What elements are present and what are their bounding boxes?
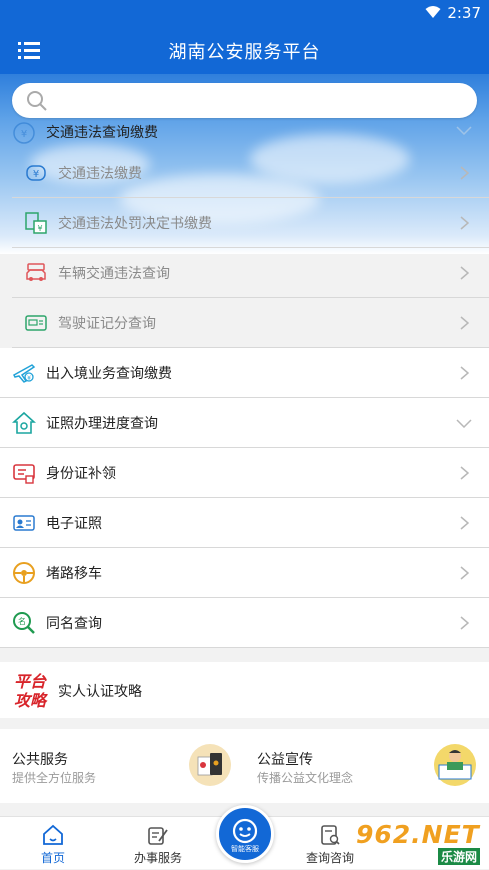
chevron-right-icon	[460, 316, 469, 330]
public-welfare-subtitle: 传播公益文化理念	[257, 771, 354, 785]
smart-assistant-button[interactable]: 智能客服	[216, 805, 274, 863]
query-document-icon	[321, 825, 340, 845]
chevron-right-icon	[460, 166, 469, 180]
svg-text:攻略: 攻略	[14, 691, 48, 710]
public-service-card[interactable]: 公共服务 提供全方位服务	[0, 729, 244, 803]
menu-item-penalty-decision-payment[interactable]: ¥ 交通违法处罚决定书缴费	[12, 198, 489, 248]
menu-item-label: 证照办理进度查询	[46, 416, 158, 432]
search-input[interactable]	[56, 89, 456, 111]
svg-text:¥: ¥	[27, 375, 31, 382]
public-welfare-icon	[434, 744, 476, 786]
svg-text:名: 名	[18, 616, 26, 626]
e-license-icon	[13, 515, 35, 531]
menu-item-label: 身份证补领	[46, 466, 116, 482]
public-service-title: 公共服务	[12, 752, 68, 768]
search-bar[interactable]	[12, 83, 477, 118]
tab-home[interactable]: 首页	[8, 817, 98, 870]
chevron-up-icon	[456, 126, 472, 135]
plane-icon: ¥	[13, 364, 36, 383]
menu-item-label: 交通违法处罚决定书缴费	[58, 216, 212, 232]
menu-item-progress-query[interactable]: 证照办理进度查询	[0, 398, 489, 448]
menu-item-move-car[interactable]: 堵路移车	[0, 548, 489, 598]
menu-item-label: 电子证照	[46, 516, 102, 532]
service-menu: ¥ 交通违法查询缴费 ¥ 交通违法缴费 ¥ 交通违法处罚决定书缴费 车辆交通违法…	[0, 118, 489, 648]
public-welfare-title: 公益宣传	[257, 752, 313, 768]
menu-item-e-license[interactable]: 电子证照	[0, 498, 489, 548]
app-bar: 湖南公安服务平台	[0, 26, 489, 74]
public-service-subtitle: 提供全方位服务	[12, 771, 97, 785]
menu-group-label: 交通违法查询缴费	[46, 125, 158, 141]
watermark: 962.NET 乐游网	[356, 820, 486, 865]
svg-text:¥: ¥	[21, 129, 27, 140]
home-icon	[43, 824, 63, 845]
menu-item-label: 交通违法缴费	[58, 166, 142, 182]
tab-label: 首页	[40, 851, 65, 865]
svg-text:¥: ¥	[37, 224, 42, 233]
tab-label: 办事服务	[133, 851, 182, 865]
watermark-sub: 乐游网	[437, 848, 480, 865]
status-bar: 2:37	[0, 0, 489, 26]
strategy-label: 实人认证攻略	[58, 684, 142, 700]
car-icon	[26, 263, 46, 281]
tab-services[interactable]: 办事服务	[113, 817, 203, 870]
menu-item-label: 驾驶证记分查询	[58, 316, 156, 332]
chevron-right-icon	[460, 516, 469, 530]
assistant-label: 智能客服	[231, 845, 259, 853]
chevron-right-icon	[460, 466, 469, 480]
license-icon	[25, 315, 47, 331]
chevron-right-icon	[460, 216, 469, 230]
wifi-icon	[425, 6, 441, 18]
strategy-logo: 平台 攻略	[14, 672, 48, 710]
menu-item-label: 堵路移车	[46, 566, 102, 582]
steering-wheel-icon	[13, 562, 35, 584]
status-time: 2:37	[447, 4, 481, 22]
menu-item-label: 出入境业务查询缴费	[46, 366, 172, 382]
document-payment-icon: ¥	[25, 212, 47, 234]
chevron-right-icon	[460, 566, 469, 580]
menu-item-label: 同名查询	[46, 616, 102, 632]
svg-text:¥: ¥	[33, 169, 39, 180]
strategy-banner[interactable]: 平台 攻略 实人认证攻略	[0, 662, 489, 718]
chevron-down-icon	[456, 419, 472, 428]
house-icon	[12, 411, 36, 434]
menu-item-label: 车辆交通违法查询	[58, 266, 170, 282]
menu-group-traffic[interactable]: ¥ 交通违法查询缴费	[0, 118, 489, 148]
page-title: 湖南公安服务平台	[168, 42, 321, 63]
menu-item-license-points-query[interactable]: 驾驶证记分查询	[12, 298, 489, 348]
chevron-right-icon	[460, 616, 469, 630]
menu-item-name-query[interactable]: 名 同名查询	[0, 598, 489, 648]
name-search-icon: 名	[13, 612, 35, 634]
traffic-icon: ¥	[13, 122, 35, 144]
chevron-right-icon	[460, 366, 469, 380]
public-welfare-card[interactable]: 公益宣传 传播公益文化理念	[245, 729, 489, 803]
menu-item-exit-entry[interactable]: ¥ 出入境业务查询缴费	[0, 348, 489, 398]
public-service-icon	[189, 744, 231, 786]
menu-item-id-reissue[interactable]: 身份证补领	[0, 448, 489, 498]
services-panel: 公共服务 提供全方位服务 公益宣传 传播公益文化理念	[0, 729, 489, 803]
search-icon	[27, 91, 47, 111]
yuan-icon: ¥	[26, 165, 46, 181]
menu-item-traffic-fine-payment[interactable]: ¥ 交通违法缴费	[12, 148, 489, 198]
watermark-brand: 962.NET	[356, 820, 480, 849]
edit-document-icon	[148, 827, 168, 845]
chevron-right-icon	[460, 266, 469, 280]
menu-item-vehicle-violation-query[interactable]: 车辆交通违法查询	[12, 248, 489, 298]
id-card-icon	[13, 464, 35, 484]
svg-text:平台: 平台	[14, 672, 47, 691]
